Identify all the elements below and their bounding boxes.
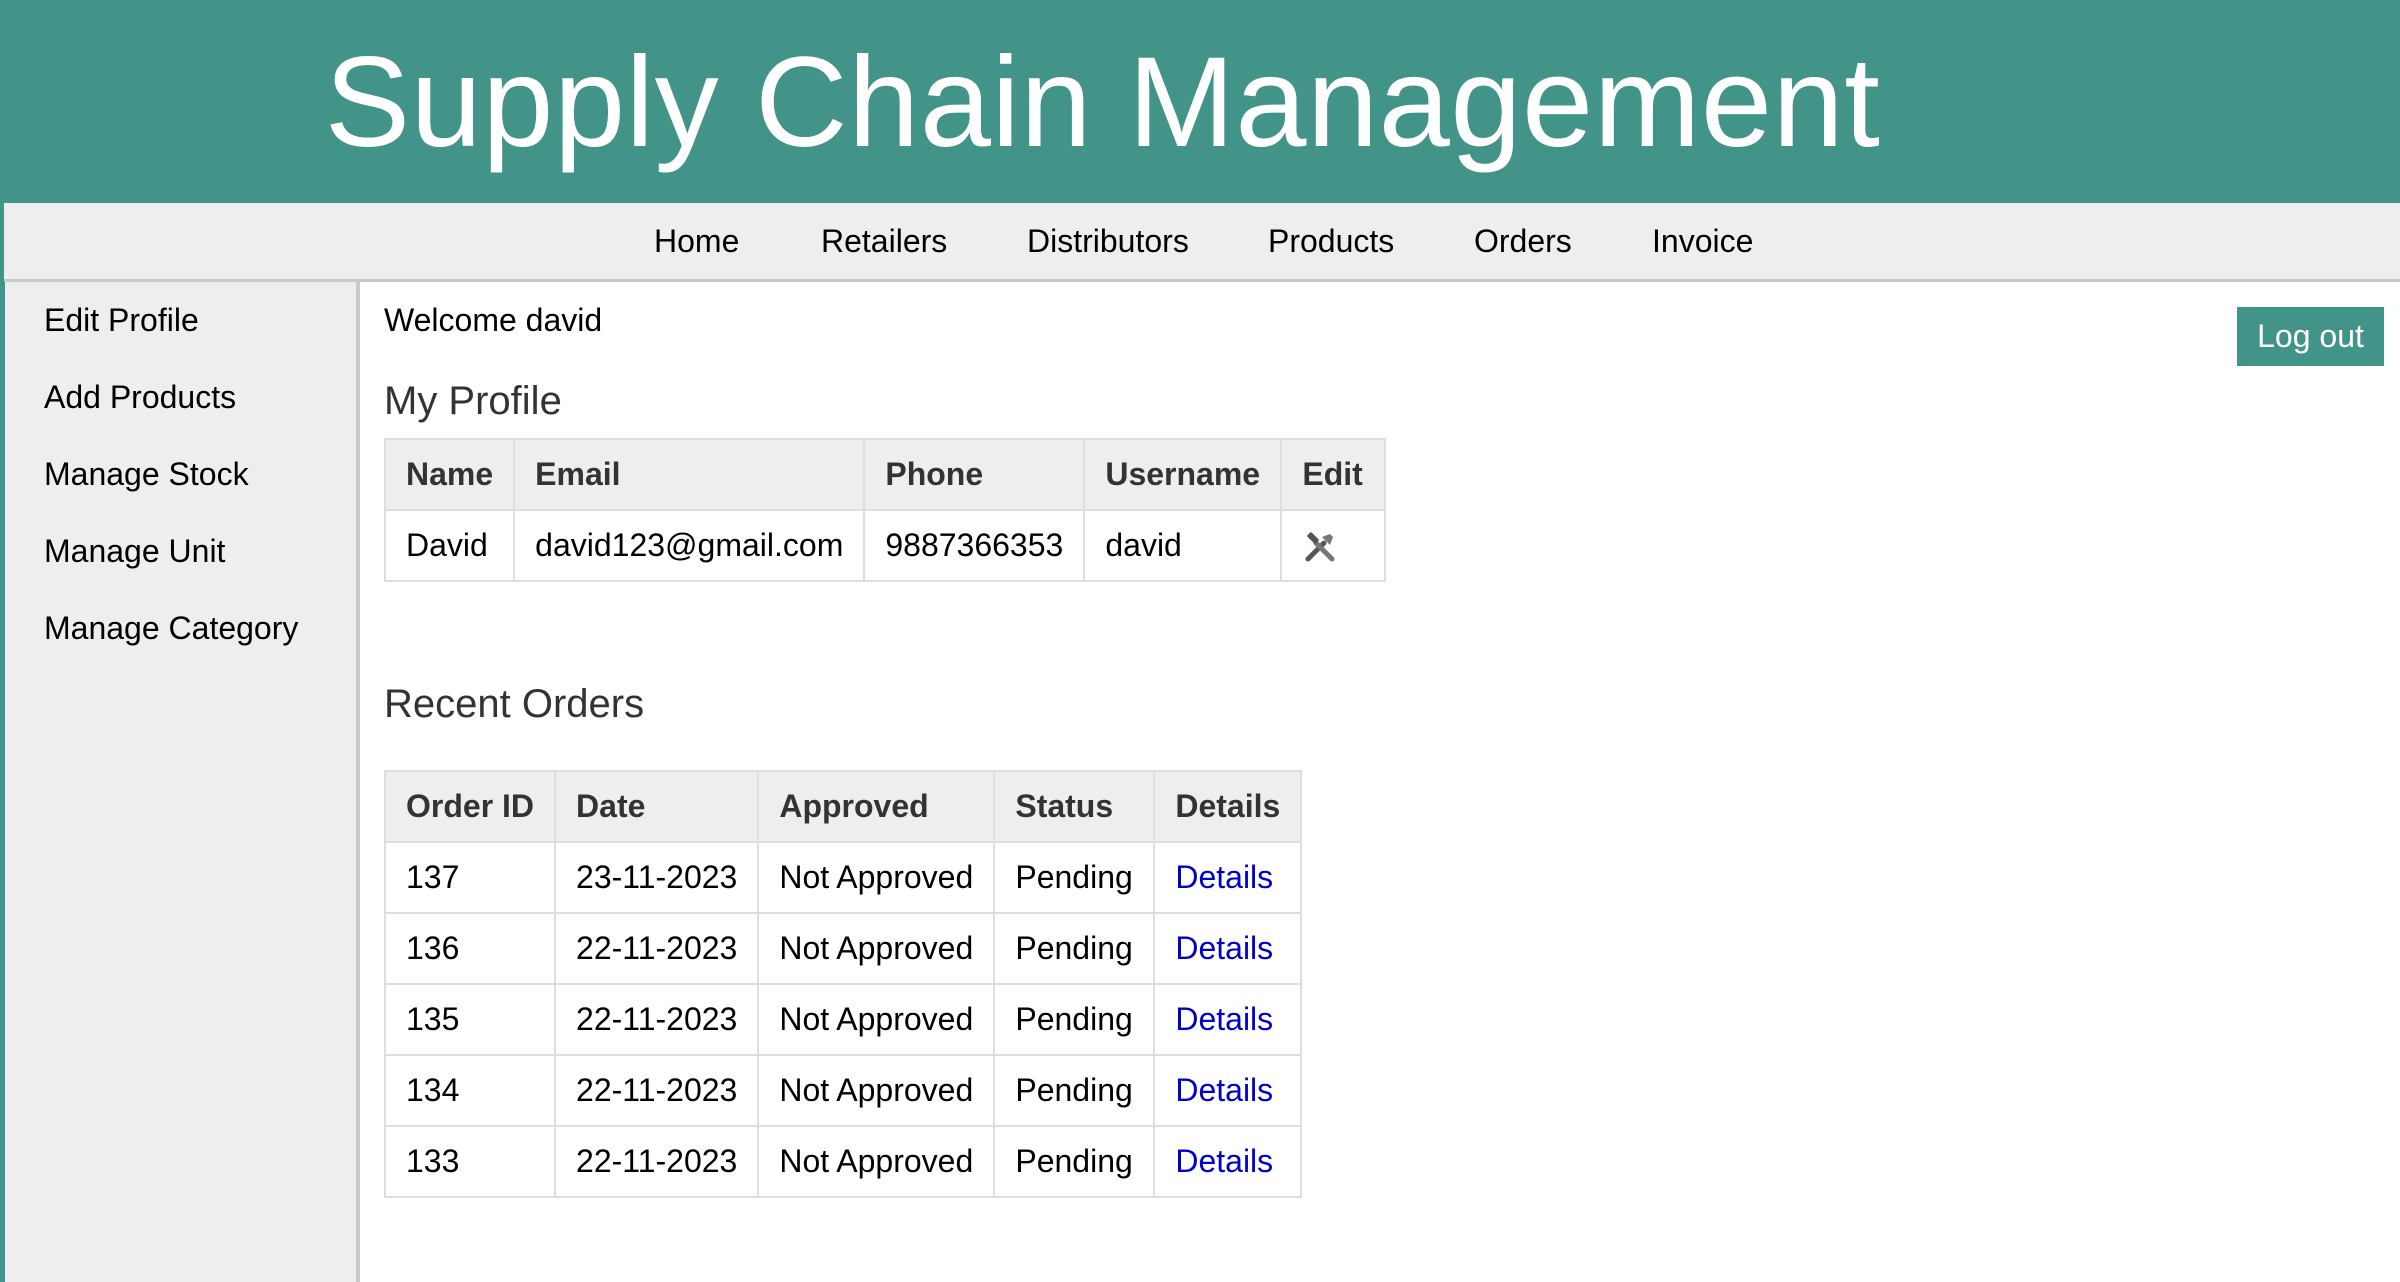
sidebar: Edit Profile Add Products Manage Stock M… — [5, 282, 360, 1282]
profile-username: david — [1083, 509, 1283, 582]
order-id: 134 — [383, 1054, 557, 1127]
order-details-cell: Details — [1153, 983, 1303, 1056]
profile-row: David david123@gmail.com 9887366353 davi… — [383, 509, 1387, 582]
table-row: 133 22-11-2023 Not Approved Pending Deta… — [383, 1125, 1303, 1198]
profile-table: Name Email Phone Username Edit David dav… — [383, 438, 1387, 582]
logout-button[interactable]: Log out — [2237, 307, 2384, 366]
column-header-phone: Phone — [863, 438, 1086, 511]
column-header-email: Email — [513, 438, 866, 511]
column-header-name: Name — [383, 438, 516, 511]
column-header-details: Details — [1153, 770, 1303, 843]
profile-header-row: Name Email Phone Username Edit — [383, 438, 1387, 511]
profile-edit-cell — [1280, 509, 1387, 582]
table-row: 137 23-11-2023 Not Approved Pending Deta… — [383, 841, 1303, 914]
profile-email: david123@gmail.com — [513, 509, 866, 582]
order-status: Pending — [993, 841, 1156, 914]
order-details-cell: Details — [1153, 912, 1303, 985]
table-row: 135 22-11-2023 Not Approved Pending Deta… — [383, 983, 1303, 1056]
order-approved: Not Approved — [757, 841, 996, 914]
nav-distributors[interactable]: Distributors — [1027, 223, 1189, 260]
order-details-cell: Details — [1153, 1125, 1303, 1198]
app-title: Supply Chain Management — [324, 31, 1881, 174]
table-row: 134 22-11-2023 Not Approved Pending Deta… — [383, 1054, 1303, 1127]
order-status: Pending — [993, 983, 1156, 1056]
profile-section-title: My Profile — [384, 379, 562, 423]
order-approved: Not Approved — [757, 912, 996, 985]
welcome-text: Welcome david — [384, 302, 603, 338]
nav-products[interactable]: Products — [1268, 223, 1394, 260]
nav-orders[interactable]: Orders — [1474, 223, 1572, 260]
order-date: 22-11-2023 — [554, 912, 760, 985]
details-link[interactable]: Details — [1175, 1072, 1273, 1108]
profile-phone: 9887366353 — [863, 509, 1086, 582]
order-date: 23-11-2023 — [554, 841, 760, 914]
order-status: Pending — [993, 1125, 1156, 1198]
app-header: Supply Chain Management — [0, 0, 2400, 203]
details-link[interactable]: Details — [1175, 859, 1273, 895]
page: Supply Chain Management Home Retailers D… — [0, 0, 2400, 1282]
top-navigation: Home Retailers Distributors Products Ord… — [4, 203, 2400, 282]
main-content: Welcome david Log out My Profile Name Em… — [360, 282, 2400, 1282]
nav-home[interactable]: Home — [654, 223, 739, 260]
order-status: Pending — [993, 912, 1156, 985]
nav-invoice[interactable]: Invoice — [1652, 223, 1753, 260]
column-header-approved: Approved — [757, 770, 996, 843]
sidebar-item-edit-profile[interactable]: Edit Profile — [44, 302, 199, 339]
nav-retailers[interactable]: Retailers — [821, 223, 947, 260]
order-date: 22-11-2023 — [554, 983, 760, 1056]
order-id: 136 — [383, 912, 557, 985]
details-link[interactable]: Details — [1175, 930, 1273, 966]
order-id: 137 — [383, 841, 557, 914]
column-header-status: Status — [993, 770, 1156, 843]
order-approved: Not Approved — [757, 1054, 996, 1127]
column-header-order-id: Order ID — [383, 770, 557, 843]
sidebar-item-add-products[interactable]: Add Products — [44, 379, 236, 416]
order-details-cell: Details — [1153, 841, 1303, 914]
details-link[interactable]: Details — [1175, 1143, 1273, 1179]
column-header-edit: Edit — [1280, 438, 1387, 511]
orders-table: Order ID Date Approved Status Details 13… — [383, 770, 1303, 1198]
order-id: 135 — [383, 983, 557, 1056]
order-date: 22-11-2023 — [554, 1054, 760, 1127]
profile-name: David — [383, 509, 516, 582]
order-approved: Not Approved — [757, 1125, 996, 1198]
table-row: 136 22-11-2023 Not Approved Pending Deta… — [383, 912, 1303, 985]
sidebar-item-manage-category[interactable]: Manage Category — [44, 610, 298, 647]
order-approved: Not Approved — [757, 983, 996, 1056]
sidebar-item-manage-unit[interactable]: Manage Unit — [44, 533, 225, 570]
order-date: 22-11-2023 — [554, 1125, 760, 1198]
order-status: Pending — [993, 1054, 1156, 1127]
order-id: 133 — [383, 1125, 557, 1198]
orders-header-row: Order ID Date Approved Status Details — [383, 770, 1303, 843]
order-details-cell: Details — [1153, 1054, 1303, 1127]
column-header-username: Username — [1083, 438, 1283, 511]
sidebar-item-manage-stock[interactable]: Manage Stock — [44, 456, 249, 493]
orders-section-title: Recent Orders — [384, 682, 645, 726]
tools-icon[interactable] — [1302, 529, 1338, 565]
details-link[interactable]: Details — [1175, 1001, 1273, 1037]
column-header-date: Date — [554, 770, 760, 843]
